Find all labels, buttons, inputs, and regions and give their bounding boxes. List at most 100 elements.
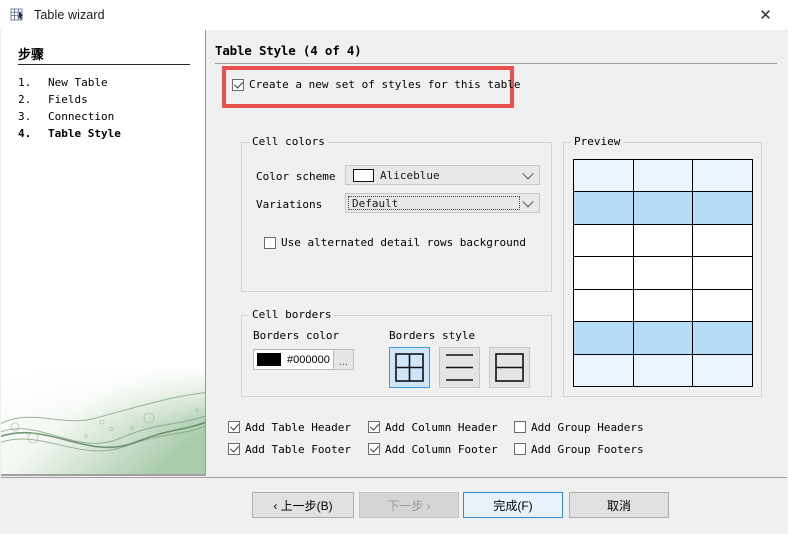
create-new-styles-label: Create a new set of styles for this tabl… <box>249 78 521 91</box>
preview-row <box>574 289 752 323</box>
borders-style-options <box>389 347 530 388</box>
add-table-footer-checkbox[interactable]: Add Table Footer <box>228 443 368 456</box>
step-label: New Table <box>48 76 108 89</box>
border-style-horizontal-lines-only[interactable] <box>439 347 480 388</box>
checkbox-box[interactable] <box>514 421 526 433</box>
chevron-down-icon <box>522 196 534 208</box>
add-column-header-label: Add Column Header <box>385 420 498 434</box>
checkbox-box[interactable] <box>232 78 244 91</box>
checkbox-box[interactable] <box>368 443 380 455</box>
variations-value: Default <box>352 196 399 210</box>
checkbox-box[interactable] <box>368 421 380 433</box>
preview-legend: Preview <box>571 135 624 148</box>
add-table-header-label: Add Table Header <box>245 420 351 434</box>
preview-row <box>574 322 752 355</box>
preview-cell <box>634 257 694 289</box>
variations-select[interactable]: Default <box>345 193 540 213</box>
step-label: Fields <box>48 93 88 106</box>
alternated-rows-checkbox[interactable]: Use alternated detail rows background <box>264 236 526 249</box>
borders-color-value-box[interactable]: #000000 <box>253 349 334 370</box>
preview-cell <box>693 355 752 386</box>
add-group-headers-checkbox[interactable]: Add Group Headers <box>514 421 654 434</box>
preview-cell <box>693 290 752 321</box>
preview-cell <box>574 322 634 354</box>
table-wizard-icon <box>10 7 26 23</box>
steps-divider <box>18 64 190 65</box>
step-number: 2. <box>18 93 32 106</box>
cell-colors-group: Cell colors Color scheme Aliceblue Varia… <box>241 135 552 292</box>
checkbox-box[interactable] <box>264 236 276 249</box>
sidebar-item-connection[interactable]: 3. Connection <box>18 108 121 125</box>
step-number: 3. <box>18 110 32 123</box>
add-group-headers-label: Add Group Headers <box>531 420 644 434</box>
preview-cell <box>693 225 752 256</box>
borders-style-label: Borders style <box>389 329 476 342</box>
main-content: Table Style (4 of 4) Create a new set of… <box>206 30 787 476</box>
preview-cell <box>574 224 634 257</box>
border-style-box-with-middle-line[interactable] <box>489 347 530 388</box>
checkbox-box[interactable] <box>228 443 240 455</box>
preview-row <box>574 354 752 386</box>
sidebar-item-fields[interactable]: 2. Fields <box>18 91 121 108</box>
borders-color-browse-button[interactable]: ... <box>334 349 354 370</box>
preview-cell <box>634 289 694 322</box>
table-wizard-dialog: Table wizard ✕ 步骤 1. New Table 2. Fields… <box>0 0 788 534</box>
cell-borders-group: Cell borders Borders color #000000 ... B… <box>241 308 552 397</box>
step-number: 4. <box>18 127 32 140</box>
step-label: Connection <box>48 110 115 123</box>
color-scheme-value: Aliceblue <box>380 168 440 182</box>
window-title: Table wizard <box>34 8 105 22</box>
borders-color-value: #000000 <box>287 353 330 366</box>
preview-cell <box>634 224 694 257</box>
title-bar: Table wizard ✕ <box>0 0 788 31</box>
color-swatch <box>353 168 374 182</box>
chevron-down-icon <box>522 168 534 180</box>
preview-row <box>574 192 752 225</box>
preview-row <box>574 160 752 193</box>
decorative-swirl-graphic <box>1 366 205 476</box>
add-group-footers-checkbox[interactable]: Add Group Footers <box>514 443 654 456</box>
step-label: Table Style <box>48 127 121 140</box>
borders-color-label: Borders color <box>253 329 340 342</box>
color-scheme-label: Color scheme <box>256 170 336 183</box>
add-table-header-checkbox[interactable]: Add Table Header <box>228 421 368 434</box>
add-table-footer-label: Add Table Footer <box>245 442 351 456</box>
add-group-footers-label: Add Group Footers <box>531 442 644 456</box>
preview-table <box>573 159 753 387</box>
steps-sidebar: 步骤 1. New Table 2. Fields 3. Connection … <box>1 30 206 476</box>
preview-cell <box>634 160 694 192</box>
add-column-footer-checkbox[interactable]: Add Column Footer <box>368 443 514 456</box>
checkbox-box[interactable] <box>228 421 240 433</box>
preview-cell <box>574 257 634 289</box>
add-column-header-checkbox[interactable]: Add Column Header <box>368 421 514 434</box>
preview-cell <box>693 192 752 223</box>
color-scheme-select[interactable]: Aliceblue <box>345 165 540 185</box>
borders-color-field[interactable]: #000000 ... <box>253 349 354 370</box>
step-number: 1. <box>18 76 32 89</box>
options-row-headers: Add Table Header Add Column Header Add G… <box>228 416 654 438</box>
steps-list: 1. New Table 2. Fields 3. Connection 4. … <box>18 74 121 142</box>
finish-button[interactable]: 完成(F) <box>463 492 563 518</box>
preview-group: Preview <box>563 135 762 397</box>
preview-cell <box>693 257 752 288</box>
checkbox-box[interactable] <box>514 443 526 455</box>
preview-row <box>574 224 752 258</box>
borders-color-swatch <box>257 353 281 366</box>
sidebar-item-new-table[interactable]: 1. New Table <box>18 74 121 91</box>
cell-borders-legend: Cell borders <box>249 308 335 321</box>
sidebar-item-table-style[interactable]: 4. Table Style <box>18 125 121 142</box>
page-title: Table Style (4 of 4) <box>215 43 362 58</box>
create-new-styles-checkbox[interactable]: Create a new set of styles for this tabl… <box>232 78 521 91</box>
preview-cell <box>693 322 752 353</box>
preview-cell <box>574 354 634 386</box>
close-icon[interactable]: ✕ <box>743 0 788 30</box>
add-column-footer-label: Add Column Footer <box>385 442 498 456</box>
cancel-button[interactable]: 取消 <box>569 492 669 518</box>
variations-label: Variations <box>256 198 323 211</box>
preview-row <box>574 257 752 290</box>
preview-cell <box>574 160 634 192</box>
back-button[interactable]: ‹ 上一步(B) <box>252 492 354 518</box>
preview-cell <box>634 354 694 386</box>
border-style-grid-all-borders[interactable] <box>389 347 430 388</box>
options-row-footers: Add Table Footer Add Column Footer Add G… <box>228 438 654 460</box>
